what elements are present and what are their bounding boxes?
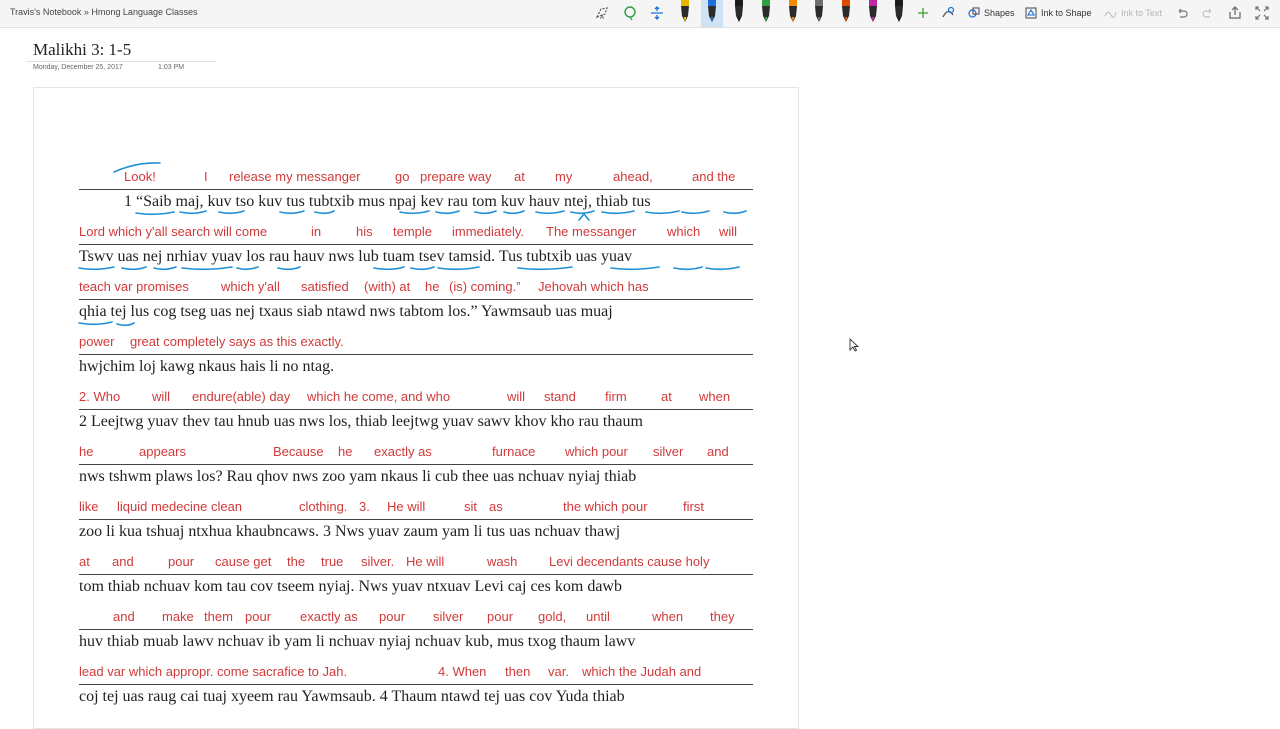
ink-stroke — [578, 212, 590, 221]
share-icon[interactable] — [1228, 4, 1242, 22]
ink-stroke — [410, 266, 435, 271]
ink-stroke — [236, 266, 259, 271]
title-divider — [26, 61, 216, 62]
pen-4-icon[interactable] — [759, 0, 773, 27]
ink-stroke — [399, 210, 430, 215]
ink-stroke — [181, 266, 233, 271]
ink-stroke — [570, 210, 595, 215]
ink-stroke — [681, 210, 710, 215]
ink-stroke — [135, 211, 175, 216]
ink-stroke — [179, 210, 207, 215]
ink-stroke — [645, 210, 680, 215]
ink-stroke — [218, 210, 245, 215]
ink-stroke — [121, 266, 147, 271]
ink-to-shape-button[interactable]: Ink to Shape — [1025, 4, 1092, 22]
shapes-label: Shapes — [984, 8, 1015, 18]
ink-stroke — [535, 210, 565, 215]
ink-to-text-label: Ink to Text — [1121, 8, 1162, 18]
lasso-select-icon[interactable]: A — [595, 4, 611, 22]
pen-6-icon[interactable] — [812, 0, 826, 27]
page-date: Monday, December 25, 2017 — [33, 64, 123, 71]
pen-7-icon[interactable] — [839, 0, 853, 27]
ink-stroke — [610, 266, 660, 271]
ink-stroke — [279, 210, 305, 215]
mouse-cursor-icon — [849, 337, 860, 357]
ink-stroke — [78, 266, 115, 271]
ink-stroke — [373, 266, 405, 271]
ink-to-shape-icon — [1025, 7, 1037, 19]
add-pen-icon[interactable] — [916, 4, 930, 22]
page-title[interactable]: Malikhi 3: 1-5 — [33, 40, 131, 60]
lasso-icon[interactable] — [622, 4, 638, 22]
ink-stroke — [314, 210, 335, 215]
redo-icon[interactable] — [1201, 4, 1215, 22]
ink-stroke — [113, 162, 161, 173]
ink-annotations — [78, 162, 747, 327]
ink-stroke — [474, 210, 497, 215]
ink-stroke — [116, 322, 135, 327]
ink-stroke — [517, 266, 573, 271]
ink-stroke — [78, 321, 113, 326]
ink-stroke — [435, 210, 460, 215]
pen-8-icon[interactable] — [866, 0, 880, 27]
ink-stroke — [503, 210, 525, 215]
svg-text:A: A — [600, 14, 605, 21]
ink-stroke — [437, 266, 480, 271]
pen-1-icon[interactable] — [678, 0, 692, 27]
ink-to-shape-label: Ink to Shape — [1041, 8, 1092, 18]
pen-9-icon[interactable] — [892, 0, 906, 27]
add-space-icon[interactable] — [649, 4, 665, 22]
ink-to-text-button[interactable]: Ink to Text — [1104, 4, 1162, 22]
undo-icon[interactable] — [1175, 4, 1189, 22]
shapes-button[interactable]: Shapes — [968, 4, 1015, 22]
page-time: 1:03 PM — [158, 64, 185, 71]
ink-stroke — [723, 210, 747, 215]
ink-to-text-icon — [1104, 11, 1117, 18]
pen-5-icon[interactable] — [786, 0, 800, 27]
ribbon-toolbar: Travis's Notebook » Hmong Language Class… — [0, 0, 1280, 28]
ink-stroke — [277, 266, 301, 271]
pen-3-icon[interactable] — [732, 0, 746, 27]
breadcrumb[interactable]: Travis's Notebook » Hmong Language Class… — [10, 7, 197, 17]
ink-replay-icon[interactable] — [940, 4, 956, 22]
fullscreen-icon[interactable] — [1255, 4, 1269, 22]
ink-stroke — [673, 266, 703, 271]
ink-stroke — [705, 266, 740, 271]
ink-stroke — [601, 210, 635, 215]
ink-stroke — [153, 266, 177, 271]
annotated-text-image[interactable]: Look! Irelease my messanger go prepare way a… — [33, 87, 799, 729]
shapes-icon — [968, 7, 980, 18]
pen-2-icon[interactable] — [701, 0, 723, 27]
